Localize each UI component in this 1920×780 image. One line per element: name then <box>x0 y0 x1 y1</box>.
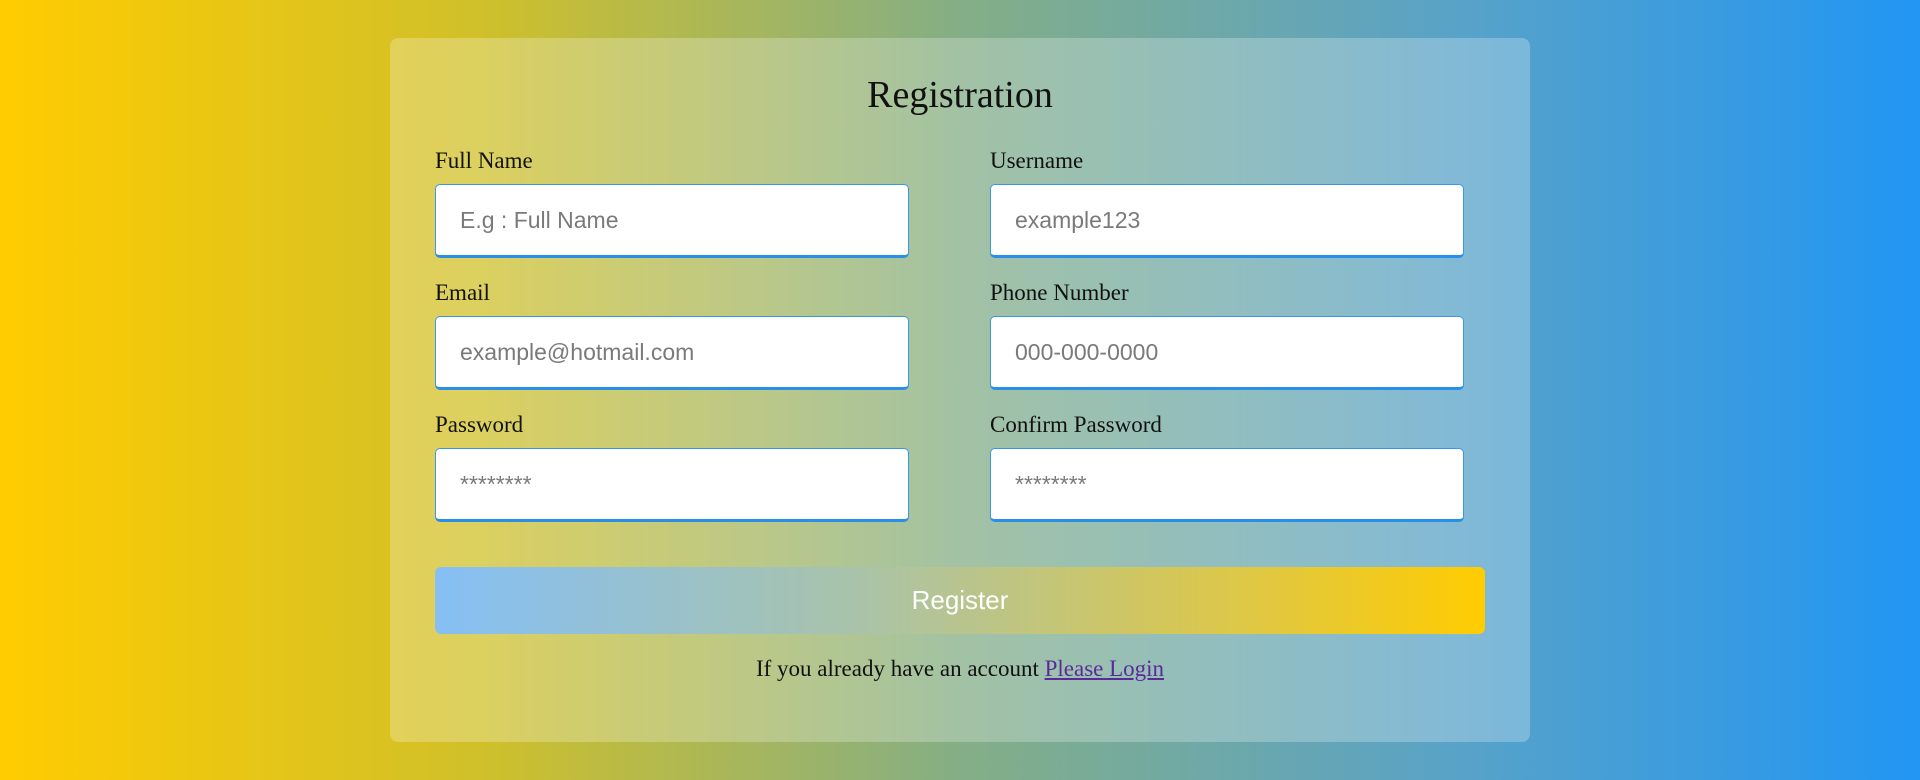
full-name-label: Full Name <box>435 148 533 173</box>
form-title: Registration <box>867 74 1053 116</box>
username-label: Username <box>990 148 1084 173</box>
password-input[interactable] <box>435 448 909 522</box>
password-group: Password <box>435 412 909 522</box>
full-name-group: Full Name <box>435 148 909 258</box>
confirm-password-group: Confirm Password <box>990 412 1464 522</box>
login-prompt: If you already have an account Please Lo… <box>390 655 1530 683</box>
phone-label: Phone Number <box>990 280 1129 305</box>
full-name-input[interactable] <box>435 184 909 258</box>
password-label: Password <box>435 412 524 437</box>
email-input[interactable] <box>435 316 909 390</box>
register-button[interactable]: Register <box>435 567 1485 634</box>
confirm-password-label: Confirm Password <box>990 412 1162 437</box>
email-group: Email <box>435 280 909 390</box>
confirm-password-input[interactable] <box>990 448 1464 522</box>
username-input[interactable] <box>990 184 1464 258</box>
email-label: Email <box>435 280 490 305</box>
phone-group: Phone Number <box>990 280 1464 390</box>
phone-input[interactable] <box>990 316 1464 390</box>
username-group: Username <box>990 148 1464 258</box>
login-link[interactable]: Please Login <box>1045 656 1164 681</box>
login-prompt-text: If you already have an account <box>755 656 1039 681</box>
registration-card: Registration Full Name Username Email Ph… <box>390 38 1530 742</box>
